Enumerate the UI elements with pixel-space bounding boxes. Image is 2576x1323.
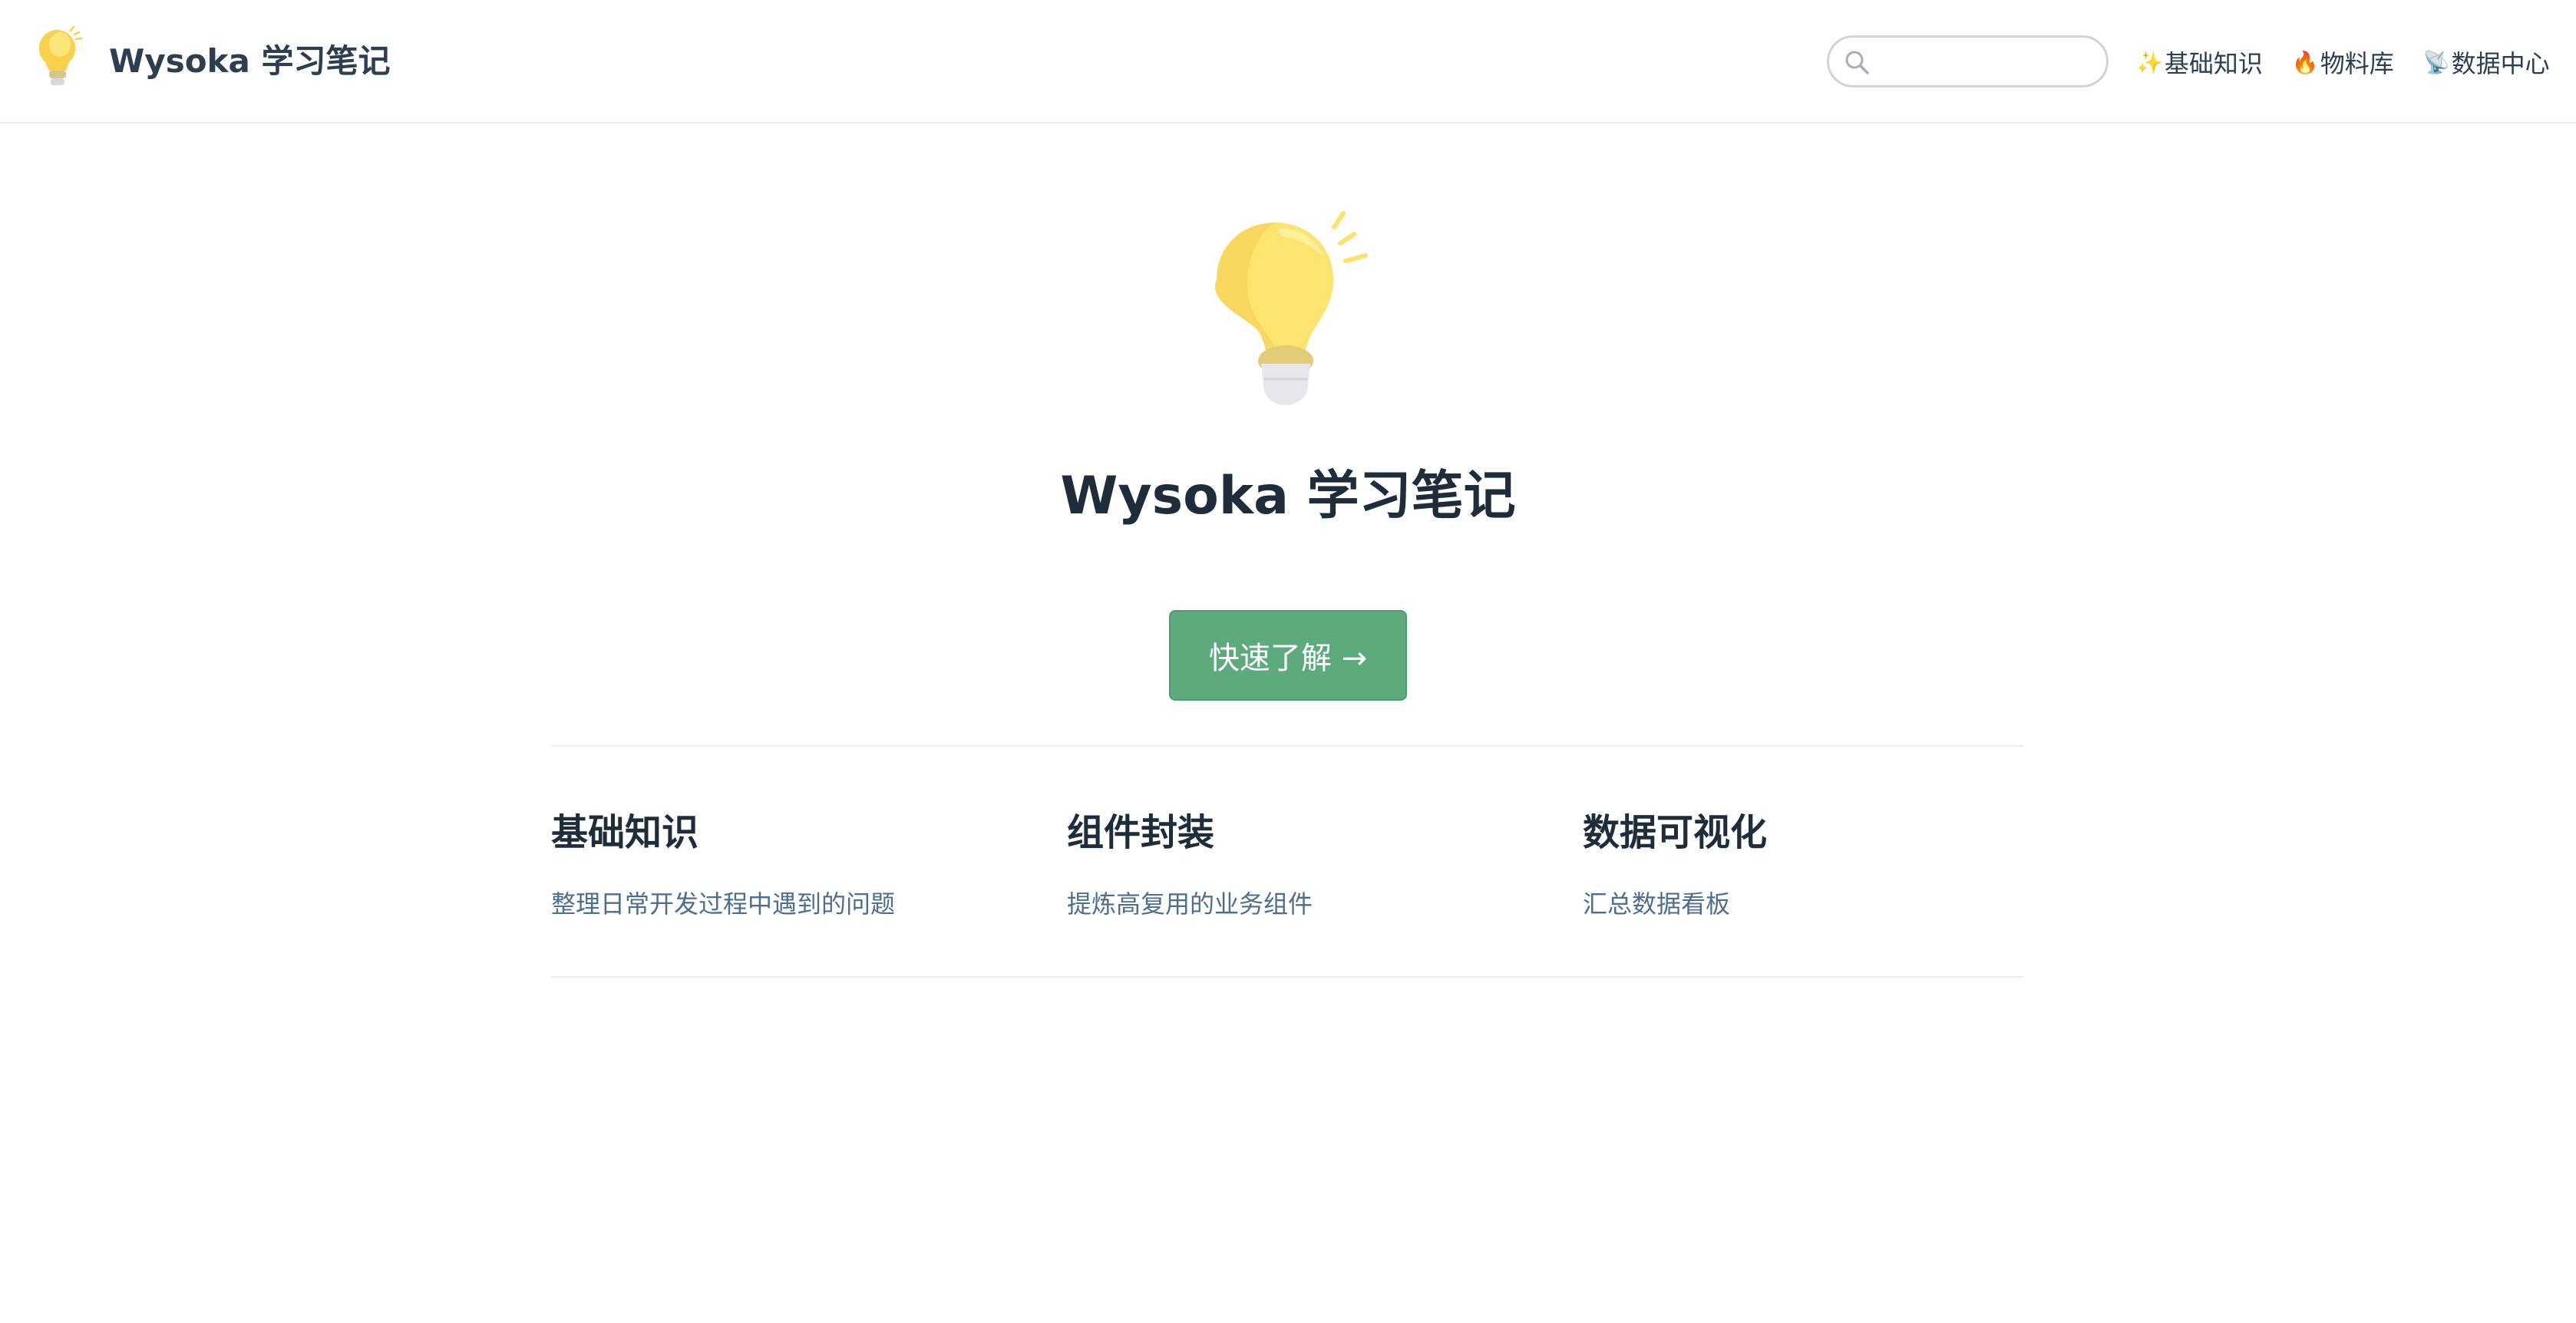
nav-links: ✨ 基础知识 🔥 物料库 📡 数据中心: [2136, 41, 2550, 83]
nav-link-label: 物料库: [2320, 49, 2394, 78]
quick-start-button[interactable]: 快速了解 →: [1169, 610, 1407, 701]
feature-title: 组件封装: [1067, 811, 1215, 854]
feature-components: 组件封装 提炼高复用的业务组件: [1067, 802, 1543, 920]
divider: [551, 745, 2023, 747]
navbar: Wysoka 学习笔记 ✨ 基础知识 🔥 物料库 📡 数据中心: [0, 0, 2576, 124]
hero-lightbulb-icon: [1214, 211, 1368, 405]
nav-link-materials[interactable]: 🔥 物料库: [2292, 45, 2394, 80]
feature-title: 基础知识: [551, 811, 699, 854]
feature-basics: 基础知识 整理日常开发过程中遇到的问题: [551, 802, 1027, 920]
fire-icon: 🔥: [2291, 49, 2319, 75]
lightbulb-icon: [38, 26, 83, 85]
feature-details: 整理日常开发过程中遇到的问题: [551, 889, 896, 919]
nav-link-label: 数据中心: [2451, 49, 2550, 78]
feature-details: 提炼高复用的业务组件: [1067, 889, 1313, 919]
satellite-antenna-icon: 📡: [2422, 49, 2450, 75]
nav-link-data-center[interactable]: 📡 数据中心: [2423, 45, 2550, 80]
sparkles-icon: ✨: [2136, 49, 2163, 75]
feature-title: 数据可视化: [1583, 811, 1768, 854]
nav-link-label: 基础知识: [2164, 49, 2263, 78]
nav-link-basics[interactable]: ✨ 基础知识: [2136, 45, 2263, 80]
hero-title: Wysoka 学习笔记: [1060, 466, 1516, 526]
feature-visualization: 数据可视化 汇总数据看板: [1583, 802, 2059, 920]
divider: [551, 976, 2023, 978]
site-title: Wysoka 学习笔记: [109, 41, 391, 80]
search-icon: [1845, 51, 1869, 74]
search-input[interactable]: [1877, 44, 2099, 81]
search-box[interactable]: [1827, 35, 2109, 87]
feature-details: 汇总数据看板: [1583, 889, 1731, 919]
brand-home-link[interactable]: Wysoka 学习笔记: [31, 26, 390, 91]
